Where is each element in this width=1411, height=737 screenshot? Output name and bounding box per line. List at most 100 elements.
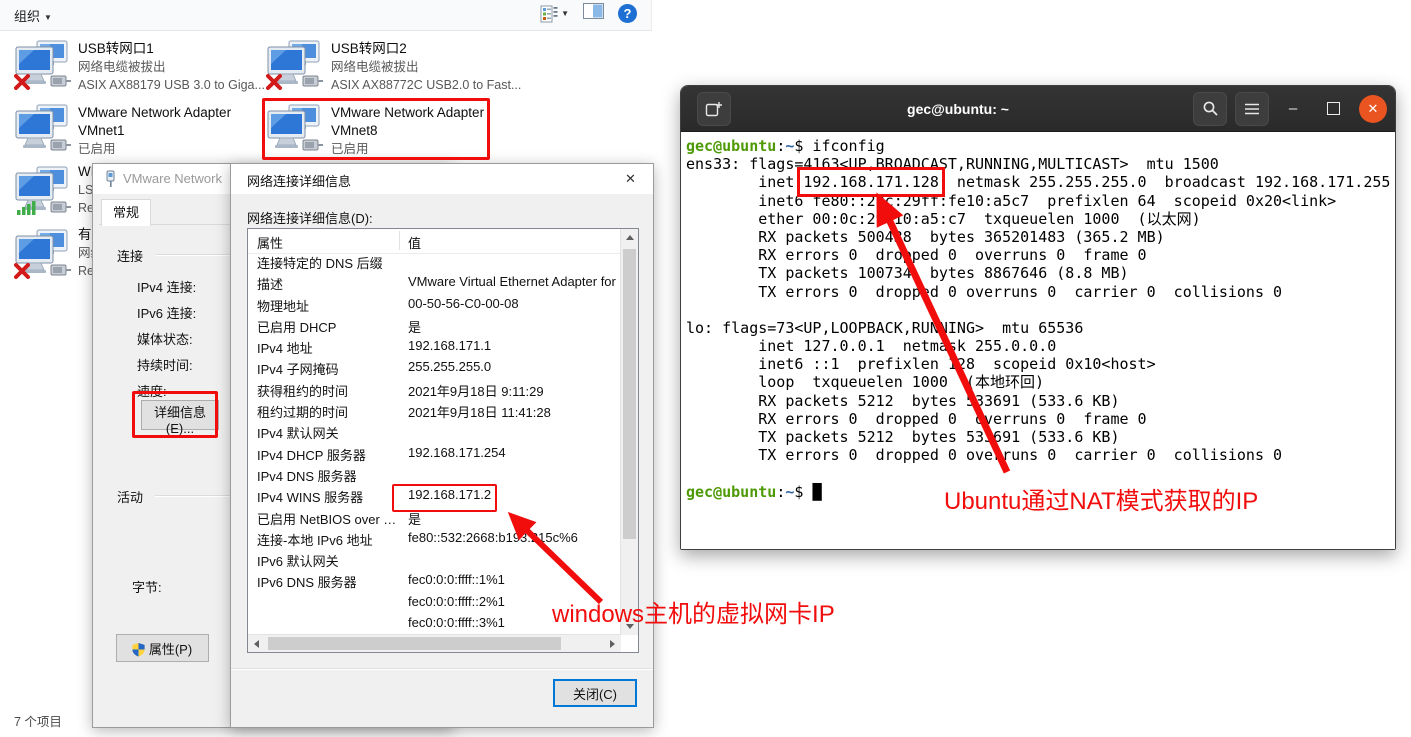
- rj45-connector-icon: [51, 265, 71, 275]
- property-name: 已启用 NetBIOS over Tc...: [248, 509, 400, 528]
- scroll-right-button[interactable]: [604, 635, 621, 652]
- search-button[interactable]: [1193, 92, 1227, 126]
- details-dialog-titlebar[interactable]: 网络连接详细信息 ✕: [231, 164, 653, 194]
- property-row[interactable]: 物理地址00-50-56-C0-00-08: [248, 296, 621, 317]
- property-row[interactable]: 连接-本地 IPv6 地址fe80::532:2668:b193:215c%6: [248, 530, 621, 551]
- details-dialog-title: 网络连接详细信息: [247, 171, 351, 190]
- hamburger-menu-icon: [1244, 102, 1260, 116]
- scroll-left-button[interactable]: [248, 635, 265, 652]
- property-row[interactable]: 获得租约的时间2021年9月18日 9:11:29: [248, 381, 621, 402]
- activity-section-label: 活动: [117, 487, 143, 506]
- terminal-line: ether 00:0c:29:10:a5:c7 txqueuelen 1000 …: [686, 210, 1395, 228]
- property-name: IPv4 DHCP 服务器: [248, 445, 400, 464]
- terminal-titlebar[interactable]: gec@ubuntu: ~ – ✕: [681, 86, 1395, 132]
- scrollbar-thumb[interactable]: [268, 637, 561, 650]
- adapter-item[interactable]: VMware Network Adapter VMnet1已启用: [78, 104, 288, 158]
- terminal-line: RX packets 500438 bytes 365201483 (365.2…: [686, 228, 1395, 246]
- highlight-box-details-button: [132, 391, 218, 438]
- status-dialog-title: VMware Network: [123, 171, 222, 186]
- search-icon: [1202, 100, 1219, 117]
- property-value: fe80::532:2668:b193:215c%6: [400, 530, 578, 545]
- adapter-item[interactable]: USB转网口2网络电缆被拔出ASIX AX88772C USB2.0 to Fa…: [331, 40, 541, 94]
- maximize-button[interactable]: [1317, 93, 1349, 125]
- adapter-status-text: 网络电缆被拔出: [78, 58, 256, 76]
- details-list: 属性 值 连接特定的 DNS 后缀描述VMware Virtual Ethern…: [247, 228, 639, 653]
- view-options-icon: [539, 4, 559, 24]
- property-value: fec0:0:0:ffff::3%1: [400, 615, 505, 630]
- property-row[interactable]: 已启用 DHCP是: [248, 317, 621, 338]
- network-adapter-icon: [14, 104, 72, 159]
- property-row[interactable]: 租约过期的时间2021年9月18日 11:41:28: [248, 402, 621, 423]
- property-value: 00-50-56-C0-00-08: [400, 296, 519, 311]
- close-icon: ✕: [1368, 101, 1379, 117]
- terminal-line: [686, 301, 1395, 319]
- connection-detail-label: 持续时间:: [137, 355, 193, 374]
- highlighted-ip: 192.168.171.128: [803, 173, 938, 191]
- terminal-line: inet 127.0.0.1 netmask 255.0.0.0: [686, 337, 1395, 355]
- scroll-up-button[interactable]: [621, 229, 638, 246]
- adapter-status-text: 网络电缆被拔出: [331, 58, 509, 76]
- property-name: 连接特定的 DNS 后缀: [248, 253, 400, 272]
- properties-button[interactable]: 属性(P): [116, 634, 209, 662]
- new-tab-button[interactable]: [697, 92, 731, 126]
- chevron-down-icon: ▼: [44, 13, 52, 22]
- property-value: 192.168.171.1: [400, 338, 491, 353]
- property-name: 描述: [248, 274, 400, 293]
- terminal-line: ens33: flags=4163<UP,BROADCAST,RUNNING,M…: [686, 155, 1395, 173]
- terminal-title: gec@ubuntu: ~: [731, 101, 1185, 117]
- rj45-connector-icon: [51, 140, 71, 150]
- horizontal-scrollbar[interactable]: [248, 634, 621, 652]
- property-name: 连接-本地 IPv6 地址: [248, 530, 400, 549]
- view-options-button[interactable]: ▼: [539, 4, 569, 24]
- details-rows[interactable]: 连接特定的 DNS 后缀描述VMware Virtual Ethernet Ad…: [248, 253, 621, 635]
- property-row[interactable]: IPv4 子网掩码255.255.255.0: [248, 359, 621, 380]
- property-row[interactable]: IPv4 默认网关: [248, 423, 621, 444]
- organize-menu-button[interactable]: 组织▼: [14, 6, 52, 25]
- highlight-box-vmnet8: [262, 98, 490, 160]
- terminal-line: TX errors 0 dropped 0 overruns 0 carrier…: [686, 446, 1395, 464]
- network-device-icon: [104, 170, 117, 193]
- connection-details-dialog: 网络连接详细信息 ✕ 网络连接详细信息(D): 属性 值 连接特定的 DNS 后…: [230, 163, 654, 728]
- minimize-button[interactable]: –: [1277, 93, 1309, 125]
- annotation-windows-ip: windows主机的虚拟网卡IP: [552, 594, 835, 629]
- terminal-line: TX packets 5212 bytes 533691 (533.6 KB): [686, 428, 1395, 446]
- uac-shield-icon: [131, 642, 146, 657]
- property-name: IPv4 WINS 服务器: [248, 487, 400, 506]
- terminal-line: TX errors 0 dropped 0 overruns 0 carrier…: [686, 283, 1395, 301]
- items-count-label: 7 个项目: [14, 711, 62, 730]
- property-row[interactable]: IPv4 地址192.168.171.1: [248, 338, 621, 359]
- terminal-line: inet6 ::1 prefixlen 128 scopeid 0x10<hos…: [686, 355, 1395, 373]
- property-row[interactable]: IPv6 默认网关: [248, 551, 621, 572]
- highlight-box-wins-ip: [392, 484, 497, 512]
- rj45-connector-icon: [51, 76, 71, 86]
- property-row[interactable]: IPv4 DHCP 服务器192.168.171.254: [248, 445, 621, 466]
- close-button[interactable]: ✕: [1359, 95, 1387, 123]
- connection-section-label: 连接: [117, 246, 143, 265]
- close-button[interactable]: 关闭(C): [553, 679, 637, 707]
- terminal-line: TX packets 100734 bytes 8867646 (8.8 MB): [686, 264, 1395, 282]
- adapter-status-text: ASIX AX88772C USB2.0 to Fast...: [331, 76, 509, 94]
- help-icon[interactable]: ?: [618, 4, 637, 23]
- close-icon[interactable]: ✕: [608, 164, 653, 193]
- scrollbar-thumb[interactable]: [623, 249, 636, 539]
- network-adapter-icon: [266, 40, 324, 95]
- property-name: IPv4 子网掩码: [248, 359, 400, 378]
- details-list-label: 网络连接详细信息(D):: [247, 208, 373, 227]
- property-row[interactable]: IPv6 DNS 服务器fec0:0:0:ffff::1%1: [248, 572, 621, 593]
- adapter-item[interactable]: USB转网口1网络电缆被拔出ASIX AX88179 USB 3.0 to Gi…: [78, 40, 288, 94]
- tab-general[interactable]: 常规: [101, 199, 151, 226]
- terminal-line: inet6 fe80::20c:29ff:fe10:a5c7 prefixlen…: [686, 192, 1395, 210]
- rj45-connector-icon: [303, 76, 323, 86]
- preview-pane-button[interactable]: [583, 3, 604, 24]
- connection-detail-label: IPv4 连接:: [137, 277, 196, 296]
- property-row[interactable]: 连接特定的 DNS 后缀: [248, 253, 621, 274]
- properties-button-label: 属性(P): [149, 642, 192, 657]
- property-name: IPv4 地址: [248, 338, 400, 357]
- property-row[interactable]: 描述VMware Virtual Ethernet Adapter for: [248, 274, 621, 295]
- maximize-icon: [1327, 102, 1340, 115]
- adapter-status-text: ASIX AX88179 USB 3.0 to Giga...: [78, 76, 256, 94]
- menu-button[interactable]: [1235, 92, 1269, 126]
- network-adapter-icon: [14, 40, 72, 95]
- vertical-scrollbar[interactable]: [620, 229, 638, 635]
- property-name: 物理地址: [248, 296, 400, 315]
